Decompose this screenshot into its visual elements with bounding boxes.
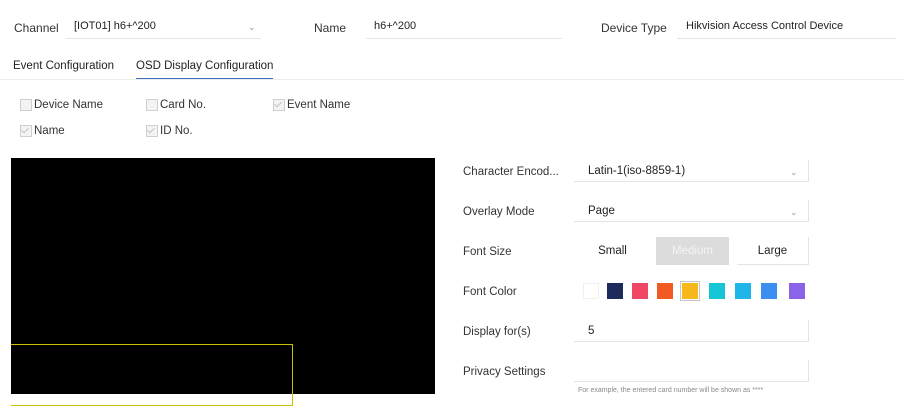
checkbox-label: Device Name	[34, 99, 104, 111]
tabs-divider	[0, 79, 904, 80]
device-type-label: Device Type	[601, 21, 667, 35]
color-swatch-blue[interactable]	[761, 283, 777, 299]
privacy-settings-label: Privacy Settings	[463, 366, 546, 378]
color-swatch-white[interactable]	[583, 283, 599, 299]
privacy-settings-field[interactable]	[574, 360, 809, 382]
chevron-down-icon: ⌄	[790, 207, 798, 217]
color-swatch-sky-blue[interactable]	[735, 283, 751, 299]
color-swatch-purple[interactable]	[789, 283, 805, 299]
display-for-label: Display for(s)	[463, 326, 531, 338]
device-type-underline	[677, 38, 896, 39]
font-size-label: Font Size	[463, 246, 512, 258]
channel-underline	[66, 38, 261, 39]
name-label: Name	[314, 21, 347, 35]
checkbox-label: Card No.	[160, 99, 207, 111]
checkbox-label: Name	[34, 125, 65, 137]
checkbox-box	[146, 99, 158, 111]
name-value: h6+^200	[374, 20, 417, 32]
display-for-value: 5	[588, 325, 595, 337]
checkbox-label: ID No.	[160, 125, 193, 137]
checkbox-check-icon	[20, 125, 32, 137]
color-swatch-yellow-selected[interactable]	[680, 281, 700, 301]
display-for-input[interactable]	[574, 320, 809, 342]
character-encoding-value: Latin-1(iso-8859-1)	[588, 165, 686, 177]
tab-osd-display-configuration[interactable]: OSD Display Configuration	[136, 60, 274, 80]
checkbox-check-icon	[273, 99, 285, 111]
tab-event-configuration[interactable]: Event Configuration	[13, 60, 114, 72]
device-type-value: Hikvision Access Control Device	[686, 20, 844, 32]
event-name-checkbox[interactable]: Event Name	[273, 99, 350, 111]
osd-overlay-region[interactable]	[11, 344, 293, 406]
overlay-mode-label: Overlay Mode	[463, 206, 535, 218]
font-size-small-button[interactable]: Small	[576, 237, 649, 265]
chevron-down-icon: ⌄	[248, 22, 256, 32]
color-swatch-pink[interactable]	[632, 283, 648, 299]
chevron-down-icon: ⌄	[790, 167, 798, 177]
channel-value: [IOT01] h6+^200	[74, 20, 156, 32]
osd-preview	[11, 158, 435, 406]
privacy-hint: For example, the entered card number wil…	[578, 387, 764, 394]
channel-label: Channel	[14, 21, 59, 35]
card-no-checkbox[interactable]: Card No.	[146, 99, 206, 111]
checkbox-box	[20, 99, 32, 111]
color-swatch-cyan[interactable]	[709, 283, 725, 299]
font-color-label: Font Color	[463, 286, 517, 298]
font-size-medium-button[interactable]: Medium	[656, 237, 729, 265]
id-no-checkbox[interactable]: ID No.	[146, 125, 193, 137]
checkbox-check-icon	[146, 125, 158, 137]
name-underline	[366, 38, 562, 39]
color-swatch-orange[interactable]	[657, 283, 673, 299]
overlay-mode-value: Page	[588, 205, 615, 217]
name-checkbox[interactable]: Name	[20, 125, 65, 137]
color-swatch-navy[interactable]	[607, 283, 623, 299]
device-name-checkbox[interactable]: Device Name	[20, 99, 103, 111]
font-size-large-button[interactable]: Large	[737, 237, 809, 265]
character-encoding-label: Character Encod...	[463, 166, 559, 178]
checkbox-label: Event Name	[287, 99, 351, 111]
